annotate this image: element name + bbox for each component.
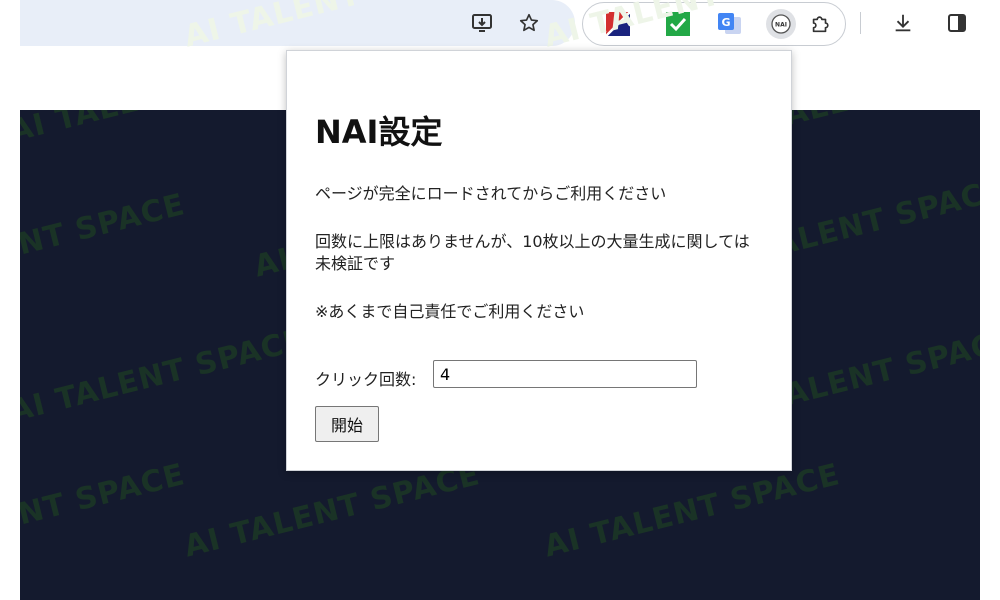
install-app-icon[interactable] — [467, 8, 497, 38]
click-count-input[interactable] — [433, 360, 697, 388]
ext-red-blue-icon[interactable] — [603, 9, 633, 39]
watermark-text: AI TALENT SPACE — [20, 322, 309, 430]
limit-note: 回数に上限はありませんが、10枚以上の大量生成に関しては未検証です — [315, 232, 750, 273]
watermark-text: AI TALENT SPACE — [20, 110, 309, 149]
puzzle-icon[interactable] — [805, 9, 835, 39]
side-panel-icon[interactable] — [942, 8, 972, 38]
svg-text:G: G — [721, 16, 730, 29]
responsibility-note: ※あくまで自己責任でご利用ください — [315, 302, 585, 321]
usage-note: ページが完全にロードされてからご利用ください — [315, 184, 667, 203]
watermark-text: AI TALENT SPACE — [540, 457, 844, 565]
toolbar-separator — [860, 12, 861, 34]
nai-extension-icon[interactable]: NAI — [766, 9, 796, 39]
watermark-text: AI TALENT SPACE — [180, 457, 484, 565]
download-icon[interactable] — [888, 8, 918, 38]
star-icon[interactable] — [514, 8, 544, 38]
start-button[interactable]: 開始 — [315, 406, 379, 442]
extensions-group: G NAI — [582, 2, 846, 46]
extension-popup: NAI設定 ページが完全にロードされてからご利用ください 回数に上限はありません… — [286, 50, 792, 471]
svg-text:NAI: NAI — [775, 22, 787, 29]
browser-toolbar: G NAI — [20, 0, 980, 50]
watermark-text: AI TALENT SPACE — [20, 187, 189, 294]
popup-title: NAI設定 — [315, 113, 443, 151]
watermark-text: AI TALENT SPACE — [20, 457, 189, 564]
click-count-label: クリック回数: — [315, 370, 417, 389]
ext-green-check-icon[interactable] — [663, 9, 693, 39]
google-translate-icon[interactable]: G — [715, 9, 745, 39]
